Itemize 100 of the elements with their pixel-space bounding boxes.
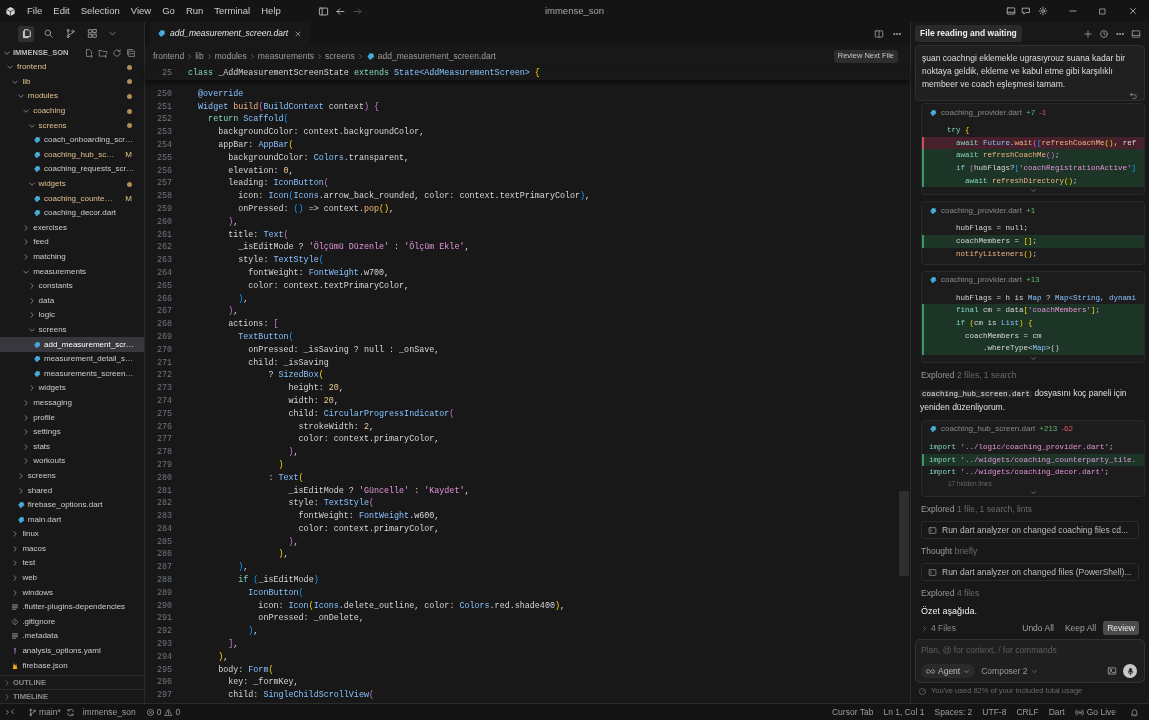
model-picker[interactable]: Composer 2	[981, 664, 1038, 678]
activity-note[interactable]: Thought briefly	[921, 545, 1139, 557]
tree-item[interactable]: constants	[0, 278, 144, 294]
status-item[interactable]: UTF-8	[982, 705, 1007, 719]
remote-icon[interactable]	[5, 707, 15, 717]
chevron-icon[interactable]	[3, 48, 11, 57]
chat-title[interactable]: File reading and waiting	[915, 25, 1022, 42]
maximize-icon[interactable]	[1098, 6, 1107, 16]
tree-item[interactable]: settings	[0, 424, 144, 440]
warning-count[interactable]: 0	[175, 705, 181, 719]
breadcrumb-item[interactable]: modules	[214, 49, 247, 63]
tree-item[interactable]: analysis_options.yaml	[0, 643, 144, 659]
breadcrumb-item[interactable]: frontend	[153, 49, 185, 63]
status-item[interactable]: Ln 1, Col 1	[883, 705, 925, 719]
tree-item[interactable]: coaching_hub_sc… M	[0, 147, 144, 163]
breadcrumb-item[interactable]: measurements	[257, 49, 315, 63]
more-views-icon[interactable]	[108, 29, 117, 38]
tree-item[interactable]: coaching_requests_scr…	[0, 162, 144, 177]
tree-item[interactable]: screens	[0, 468, 144, 484]
panel-layout-icon[interactable]	[1006, 6, 1016, 16]
tree-item[interactable]: add_measurement_scr…	[0, 337, 144, 352]
breadcrumb-item[interactable]: lib	[195, 49, 204, 63]
changes-button[interactable]: Keep All	[1060, 621, 1101, 635]
bell-icon[interactable]	[1130, 707, 1139, 717]
tree-item[interactable]: workouts	[0, 454, 144, 469]
tree-item[interactable]: main.dart	[0, 512, 144, 527]
collapse-all-icon[interactable]	[126, 47, 136, 58]
tree-item[interactable]: macos	[0, 541, 144, 557]
tree-item[interactable]: coaching_counte… M	[0, 191, 144, 206]
menu-item[interactable]: View	[126, 3, 156, 19]
branch-name[interactable]: main*	[39, 705, 61, 719]
files-button[interactable]	[18, 25, 34, 42]
tree-item[interactable]: screens	[0, 118, 144, 133]
split-editor-icon[interactable]	[874, 28, 884, 39]
diff-file-name[interactable]: coaching_hub_screen.dart	[941, 423, 1036, 436]
breadcrumb-item[interactable]: add_measurement_screen.dart	[377, 49, 496, 63]
go-live-button[interactable]: Go Live	[1074, 705, 1116, 719]
tree-item[interactable]: coach_onboarding_scr…	[0, 132, 144, 148]
diff-file-name[interactable]: coaching_provider.dart	[941, 204, 1022, 217]
activity-note[interactable]: Explored 2 files, 1 search	[921, 368, 1139, 381]
history-icon[interactable]	[1099, 28, 1109, 39]
chevron-icon[interactable]	[3, 692, 11, 701]
tree-item[interactable]: feed	[0, 235, 144, 250]
status-item[interactable]: CRLF	[1016, 705, 1039, 719]
status-item[interactable]: Cursor Tab	[832, 705, 874, 719]
diff-file-name[interactable]: coaching_provider.dart	[941, 274, 1022, 286]
activity-note[interactable]: Explored 4 files	[921, 587, 1139, 599]
new-file-icon[interactable]	[84, 47, 94, 58]
sync-icon[interactable]	[65, 707, 75, 717]
expand-chevron-icon[interactable]	[1029, 489, 1037, 496]
status-item[interactable]: Dart	[1048, 705, 1065, 719]
expand-chevron-icon[interactable]	[1029, 354, 1037, 362]
tree-item[interactable]: coaching	[0, 103, 144, 119]
image-icon[interactable]	[1107, 666, 1117, 676]
sidebar-toggle-icon[interactable]	[317, 5, 329, 17]
tree-item[interactable]: windows	[0, 585, 144, 600]
menu-item[interactable]: Run	[181, 3, 208, 19]
tree-item[interactable]: logic	[0, 308, 144, 323]
tree-item[interactable]: data	[0, 293, 144, 309]
tree-item[interactable]: measurements	[0, 264, 144, 279]
new-folder-icon[interactable]	[98, 47, 108, 58]
forward-arrow-icon[interactable]	[351, 5, 363, 17]
tree-item[interactable]: frontend	[0, 60, 144, 75]
tree-item[interactable]: web	[0, 570, 144, 586]
editor-tab[interactable]: add_measurement_screen.dart	[150, 22, 310, 45]
tree-item[interactable]: .flutter-plugins-dependencies	[0, 599, 144, 615]
tree-item[interactable]: coaching_decor.dart	[0, 205, 144, 221]
changes-button[interactable]: Review	[1103, 621, 1139, 635]
menu-item[interactable]: Help	[257, 3, 285, 19]
tree-item[interactable]: stats	[0, 439, 144, 455]
menu-item[interactable]: Go	[158, 3, 179, 19]
error-count[interactable]: 0	[156, 705, 162, 719]
mic-button[interactable]	[1123, 664, 1137, 678]
tree-item[interactable]: linux	[0, 527, 144, 542]
tree-item[interactable]: .metadata	[0, 629, 144, 644]
tree-item[interactable]: widgets	[0, 381, 144, 396]
menu-item[interactable]: File	[23, 3, 47, 19]
settings-icon[interactable]	[1038, 6, 1048, 16]
chevron-icon[interactable]	[3, 678, 11, 687]
menu-item[interactable]: Terminal	[210, 3, 255, 19]
tree-item[interactable]: modules	[0, 89, 144, 104]
tree-item[interactable]: lib	[0, 74, 144, 90]
tree-item[interactable]: widgets	[0, 176, 144, 192]
tree-item[interactable]: shared	[0, 483, 144, 498]
undo-icon[interactable]	[1129, 91, 1138, 100]
close-icon[interactable]	[294, 29, 303, 38]
tree-item[interactable]: exercises	[0, 220, 144, 236]
tool-call-row[interactable]: Run dart analyzer on changed coaching files cd...	[921, 521, 1139, 539]
diff-file-name[interactable]: coaching_provider.dart	[941, 106, 1022, 119]
tree-item[interactable]: .gitignore	[0, 614, 144, 630]
expand-chevron-icon[interactable]	[1029, 187, 1037, 195]
status-item[interactable]: Spaces: 2	[934, 705, 973, 719]
tree-item[interactable]: screens	[0, 322, 144, 338]
panel-toggle-icon[interactable]	[1131, 28, 1141, 39]
menu-item[interactable]: Selection	[76, 3, 124, 19]
breadcrumb-item[interactable]: screens	[325, 49, 355, 63]
tree-item[interactable]: measurement_detail_s…	[0, 351, 144, 367]
refresh-icon[interactable]	[112, 47, 122, 58]
close-icon[interactable]	[1128, 6, 1138, 16]
tree-item[interactable]: profile	[0, 410, 144, 425]
